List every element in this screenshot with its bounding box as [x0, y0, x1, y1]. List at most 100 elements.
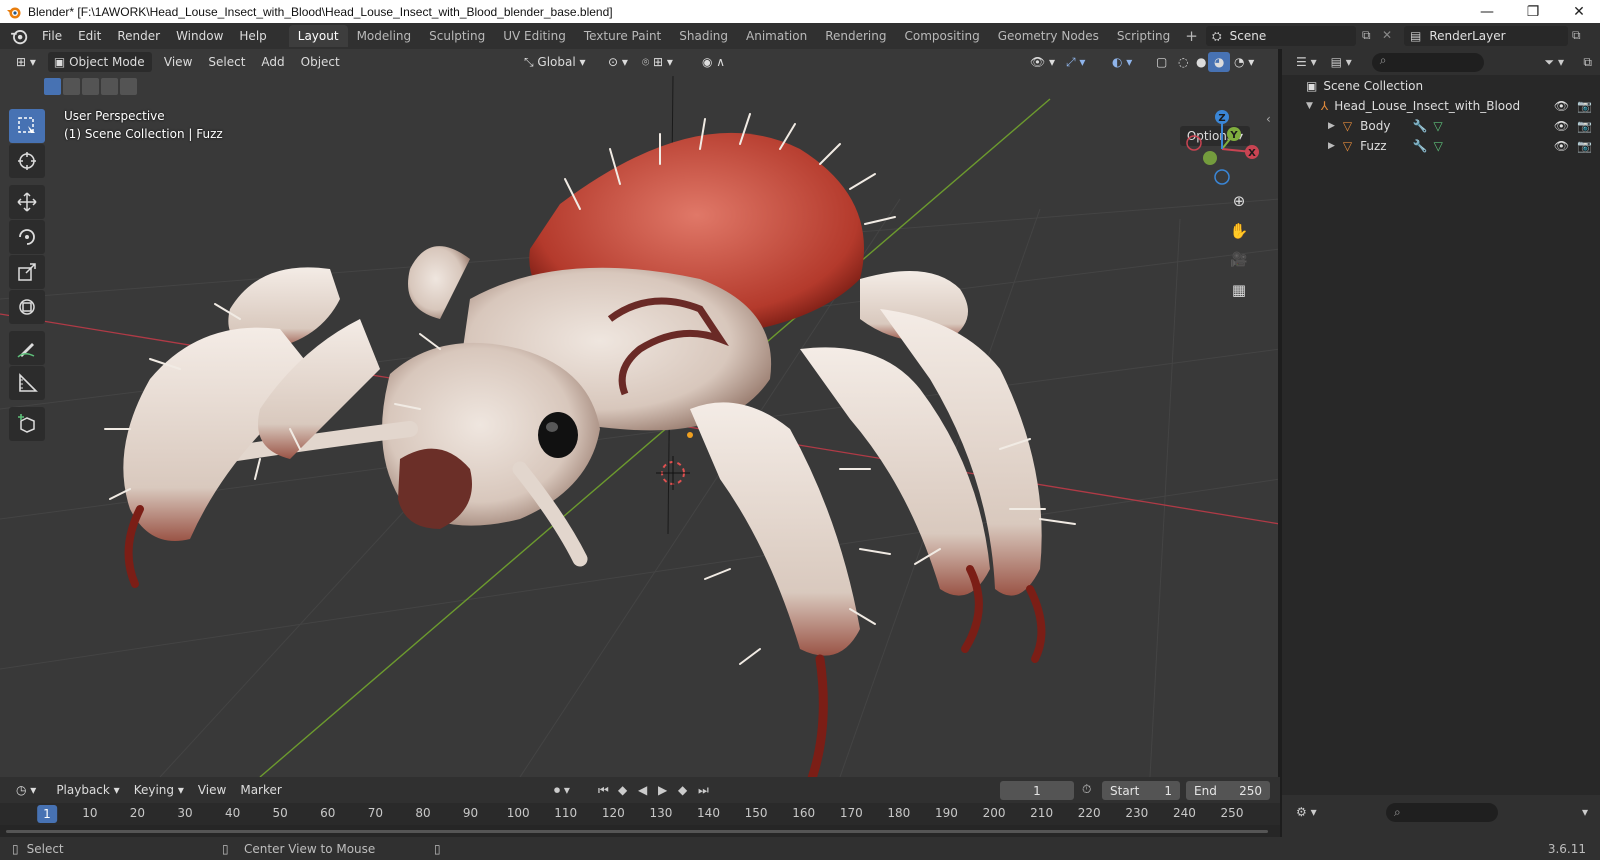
timeline-menu-playback[interactable]: Playback ▾ [50, 780, 125, 800]
new-view-layer-icon[interactable]: ⧉ [1572, 28, 1581, 43]
timeline-menu-marker[interactable]: Marker [234, 780, 287, 800]
body-visibility-icon[interactable]: 👁 [1554, 119, 1569, 133]
fuzz-visibility-icon[interactable]: 👁 [1554, 139, 1569, 153]
fuzz-expand-icon[interactable]: ▶ [1328, 141, 1335, 151]
object-mode-dropdown[interactable]: ▣ Object Mode ▾ [47, 52, 152, 89]
gizmo-neg-z[interactable] [1214, 169, 1230, 185]
body-expand-icon[interactable]: ▶ [1328, 121, 1335, 131]
navigation-gizmo[interactable]: Y X Z [1180, 107, 1264, 193]
minimize-button[interactable]: — [1464, 0, 1510, 23]
properties-search-input[interactable]: ⌕ [1386, 803, 1498, 822]
new-scene-icon[interactable]: ⧉ [1362, 28, 1371, 43]
tab-animation[interactable]: Animation [737, 25, 816, 47]
outliner-row-collection[interactable]: ▼ ⅄ Head_Louse_Insect_with_Blood 👁 📷 [1282, 96, 1600, 116]
start-frame-field[interactable]: Start 1 [1102, 781, 1180, 800]
collection-expand-icon[interactable]: ▼ [1306, 101, 1313, 111]
snap-icon[interactable]: ⌾ ⊞ ▾ [636, 52, 679, 72]
measure-tool[interactable] [9, 366, 45, 400]
perspective-toggle-icon[interactable]: ▦ [1226, 277, 1252, 303]
auto-keying-icon[interactable]: ⏺ ▾ [548, 780, 576, 800]
tab-modeling[interactable]: Modeling [348, 25, 421, 47]
gizmo-neg-y[interactable] [1203, 151, 1217, 165]
gizmo-toggle-icon[interactable]: ⤢ ▾ [1060, 52, 1091, 72]
scale-tool[interactable] [9, 255, 45, 289]
gizmo-neg-x[interactable] [1186, 135, 1202, 151]
play-icon[interactable]: ▶ [652, 780, 673, 800]
tab-geometry-nodes[interactable]: Geometry Nodes [989, 25, 1108, 47]
scrollbar-thumb[interactable] [6, 830, 1268, 833]
playhead-frame[interactable]: 1 [37, 805, 57, 823]
play-reverse-icon[interactable]: ◀ [632, 780, 653, 800]
select-invert-icon[interactable] [101, 78, 118, 95]
menu-edit[interactable]: Edit [70, 25, 109, 47]
annotate-tool[interactable] [9, 331, 45, 365]
rendered-shading-icon[interactable]: ◔ ▾ [1228, 52, 1260, 72]
xray-toggle-icon[interactable]: ▢ [1150, 52, 1173, 72]
end-frame-field[interactable]: End 250 [1186, 781, 1270, 800]
close-button[interactable]: ✕ [1556, 0, 1600, 23]
fuzz-mesh-data-icon[interactable]: ▽ [1434, 139, 1443, 153]
camera-view-icon[interactable]: 🎥 [1226, 247, 1252, 273]
timeline-scrollbar[interactable] [0, 825, 1280, 837]
overlay-toggle-icon[interactable]: ◐ ▾ [1106, 52, 1138, 72]
timeline-menu-view[interactable]: View [192, 780, 232, 800]
menu-file[interactable]: File [34, 25, 70, 47]
body-mesh-data-icon[interactable]: ▽ [1433, 119, 1442, 133]
new-collection-icon[interactable]: ⧉ [1583, 55, 1592, 70]
editor-type-icon[interactable]: ⊞ ▾ [10, 52, 42, 72]
tab-texture-paint[interactable]: Texture Paint [575, 25, 670, 47]
outliner-row-body[interactable]: ▶ ▽ Body 🔧 ▽ 👁 📷 [1282, 116, 1600, 136]
select-subtract-icon[interactable] [82, 78, 99, 95]
add-cube-tool[interactable] [9, 407, 45, 441]
fuzz-modifier-icon[interactable]: 🔧 [1413, 139, 1428, 153]
tab-layout[interactable]: Layout [288, 25, 348, 47]
select-new-icon[interactable] [44, 78, 61, 95]
body-modifier-icon[interactable]: 🔧 [1412, 119, 1427, 133]
timeline-menu-keying[interactable]: Keying ▾ [128, 780, 190, 800]
menu-render[interactable]: Render [109, 25, 168, 47]
rotate-tool[interactable] [9, 220, 45, 254]
outliner-editor-icon[interactable]: ☰ ▾ [1296, 55, 1317, 69]
preview-range-icon[interactable]: ⏱ [1082, 782, 1091, 797]
collection-render-icon[interactable]: 📷 [1577, 99, 1592, 113]
fuzz-render-icon[interactable]: 📷 [1577, 139, 1592, 153]
tab-rendering[interactable]: Rendering [816, 25, 895, 47]
outliner-row-scene-collection[interactable]: ▣ Scene Collection [1282, 76, 1600, 96]
move-tool[interactable] [9, 185, 45, 219]
viewport-menu-add[interactable]: Add [255, 52, 290, 72]
cursor-tool[interactable] [9, 144, 45, 178]
next-keyframe-icon[interactable]: ◆ [672, 780, 693, 800]
viewport-menu-object[interactable]: Object [295, 52, 346, 72]
add-workspace-button[interactable]: + [1179, 27, 1204, 45]
tab-shading[interactable]: Shading [670, 25, 737, 47]
view-layer-selector[interactable]: ▤ RenderLayer [1404, 26, 1568, 46]
maximize-button[interactable]: ❐ [1510, 0, 1556, 23]
pan-hand-icon[interactable]: ✋ [1226, 218, 1252, 244]
select-extend-icon[interactable] [63, 78, 80, 95]
tab-compositing[interactable]: Compositing [895, 25, 988, 47]
select-box-tool[interactable] [9, 109, 45, 143]
timeline-editor-type-icon[interactable]: ◷ ▾ [10, 780, 42, 800]
menu-help[interactable]: Help [231, 25, 274, 47]
proportional-edit-icon[interactable]: ◉ ∧ [696, 52, 731, 72]
properties-editor-icon[interactable]: ⚙ ▾ [1296, 805, 1317, 819]
transform-orientation-dropdown[interactable]: ⤡ Global ▾ [518, 52, 592, 72]
viewport-menu-view[interactable]: View [158, 52, 198, 72]
select-intersect-icon[interactable] [120, 78, 137, 95]
outliner-search-input[interactable]: ⌕ [1371, 52, 1484, 72]
delete-scene-icon[interactable]: ✕ [1382, 28, 1392, 42]
filter-icon[interactable]: ⏷ ▾ [1545, 55, 1564, 70]
menu-window[interactable]: Window [168, 25, 231, 47]
tab-scripting[interactable]: Scripting [1108, 25, 1179, 47]
tab-uv-editing[interactable]: UV Editing [494, 25, 575, 47]
collection-visibility-icon[interactable]: 👁 [1554, 99, 1569, 113]
blender-menu-icon[interactable] [10, 27, 28, 45]
prev-keyframe-icon[interactable]: ◆ [612, 780, 633, 800]
display-mode-icon[interactable]: ▤ ▾ [1331, 55, 1352, 69]
3d-viewport[interactable]: ⊞ ▾ ▣ Object Mode ▾ View Select Add Obje… [0, 49, 1280, 777]
properties-options-icon[interactable]: ▾ [1582, 805, 1588, 819]
viewport-menu-select[interactable]: Select [202, 52, 251, 72]
frame-ruler[interactable]: 1 10 20 30 40 50 60 70 80 90 100 110 120 130 140 150 16… [0, 803, 1280, 825]
zoom-icon[interactable]: ⊕ [1226, 188, 1252, 214]
pivot-point-icon[interactable]: ⊙ ▾ [602, 52, 634, 72]
